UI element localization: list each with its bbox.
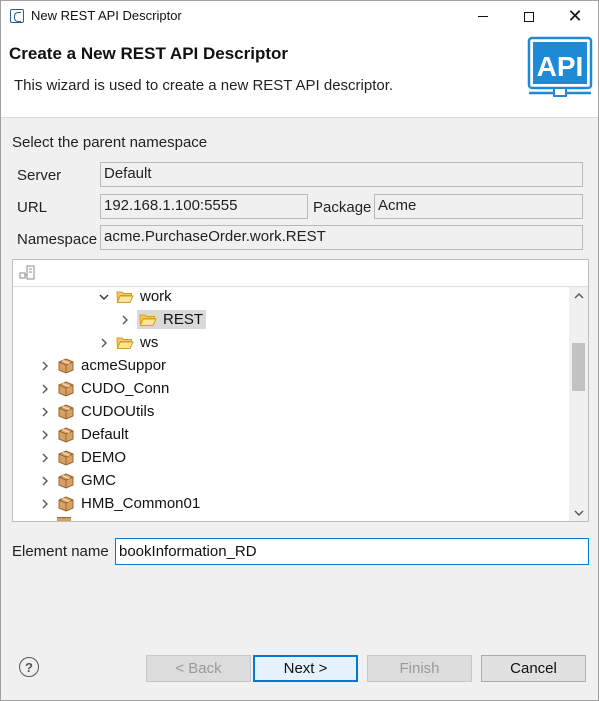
namespace-label: Namespace — [17, 231, 98, 248]
folder-open-icon — [116, 337, 134, 349]
folder-open-icon — [139, 314, 157, 326]
scrollbar-thumb[interactable] — [572, 343, 585, 391]
scroll-down-icon[interactable] — [569, 504, 588, 521]
package-icon — [58, 495, 74, 512]
tree-toolbar — [13, 260, 588, 287]
chevron-right-icon[interactable] — [37, 381, 53, 397]
close-button[interactable]: ✕ — [552, 1, 598, 32]
package-icon — [57, 517, 71, 521]
help-icon[interactable]: ? — [19, 657, 39, 677]
tree-item-package[interactable]: CUDO_Conn — [37, 377, 172, 400]
cancel-button[interactable]: Cancel — [481, 655, 586, 682]
tree-item-work[interactable]: work — [96, 285, 175, 308]
tree-item-rest[interactable]: REST — [117, 308, 207, 331]
wizard-description: This wizard is used to create a new REST… — [14, 77, 394, 94]
url-field: 192.168.1.100:5555 — [100, 194, 308, 219]
chevron-right-icon[interactable] — [117, 312, 133, 328]
tree-item-package[interactable]: GMC — [37, 469, 119, 492]
tree-item-package[interactable]: Default — [37, 423, 132, 446]
tree-item-label: REST — [160, 310, 207, 329]
dialog-window: New REST API Descriptor ✕ Create a New R… — [0, 0, 599, 701]
namespace-field: acme.PurchaseOrder.work.REST — [100, 225, 583, 250]
element-name-label: Element name — [12, 543, 109, 560]
chevron-right-icon[interactable] — [96, 335, 112, 351]
tree-item-label: DEMO — [81, 449, 126, 466]
package-label: Package — [313, 199, 372, 216]
tree-item-label: HMB_Common01 — [81, 495, 201, 512]
minimize-icon — [478, 16, 488, 17]
tree-item-label: Default — [81, 426, 129, 443]
tree-item-label: CUDO_Conn — [81, 380, 170, 397]
tree-item-label: GMC — [81, 472, 116, 489]
tree-item-package[interactable]: acmeSuppor — [37, 354, 169, 377]
package-icon — [58, 403, 74, 420]
tree-item-package[interactable]: CUDOUtils — [37, 400, 157, 423]
chevron-right-icon[interactable] — [37, 427, 53, 443]
element-name-input[interactable] — [115, 538, 589, 565]
title-bar: New REST API Descriptor ✕ — [1, 1, 598, 32]
chevron-right-icon[interactable] — [37, 496, 53, 512]
window-title: New REST API Descriptor — [31, 8, 182, 23]
back-button[interactable]: < Back — [146, 655, 251, 682]
close-icon: ✕ — [567, 5, 583, 27]
chevron-right-icon[interactable] — [37, 450, 53, 466]
tree-item-package[interactable]: DEMO — [37, 446, 129, 469]
api-logo-icon: API — [527, 36, 593, 97]
next-button[interactable]: Next > — [253, 655, 358, 682]
tree-item-label: work — [140, 288, 172, 305]
package-icon — [58, 380, 74, 397]
scroll-up-icon[interactable] — [569, 287, 588, 304]
package-icon — [58, 426, 74, 443]
package-icon — [58, 357, 74, 374]
namespace-section-label: Select the parent namespace — [12, 134, 208, 151]
wizard-header: Create a New REST API Descriptor This wi… — [1, 32, 598, 118]
maximize-button[interactable] — [506, 1, 552, 32]
tree-item-ws[interactable]: ws — [96, 331, 161, 354]
server-field: Default — [100, 162, 583, 187]
server-label: Server — [17, 167, 62, 184]
wizard-title: Create a New REST API Descriptor — [9, 44, 289, 63]
package-icon — [58, 449, 74, 466]
chevron-right-icon[interactable] — [37, 404, 53, 420]
chevron-right-icon[interactable] — [37, 473, 53, 489]
url-label: URL — [17, 199, 48, 216]
app-icon — [10, 9, 24, 23]
maximize-icon — [524, 11, 534, 22]
tree-item-package[interactable]: HMB_Common01 — [37, 492, 203, 515]
finish-button[interactable]: Finish — [367, 655, 472, 682]
collapse-all-icon[interactable] — [18, 265, 36, 281]
chevron-right-icon[interactable] — [37, 358, 53, 374]
svg-text:API: API — [537, 51, 584, 82]
namespace-tree[interactable]: work REST ws acmeSuppor CUDO_Conn CUDOUt… — [12, 259, 589, 522]
tree-scrollbar[interactable] — [569, 287, 588, 521]
tree-item-label: ws — [140, 334, 159, 351]
tree-item-label: CUDOUtils — [81, 403, 155, 420]
package-icon — [58, 472, 74, 489]
folder-open-icon — [116, 291, 134, 303]
chevron-down-icon[interactable] — [96, 289, 112, 305]
minimize-button[interactable] — [460, 1, 506, 32]
package-field: Acme — [374, 194, 583, 219]
tree-item-label: acmeSuppor — [81, 357, 167, 374]
